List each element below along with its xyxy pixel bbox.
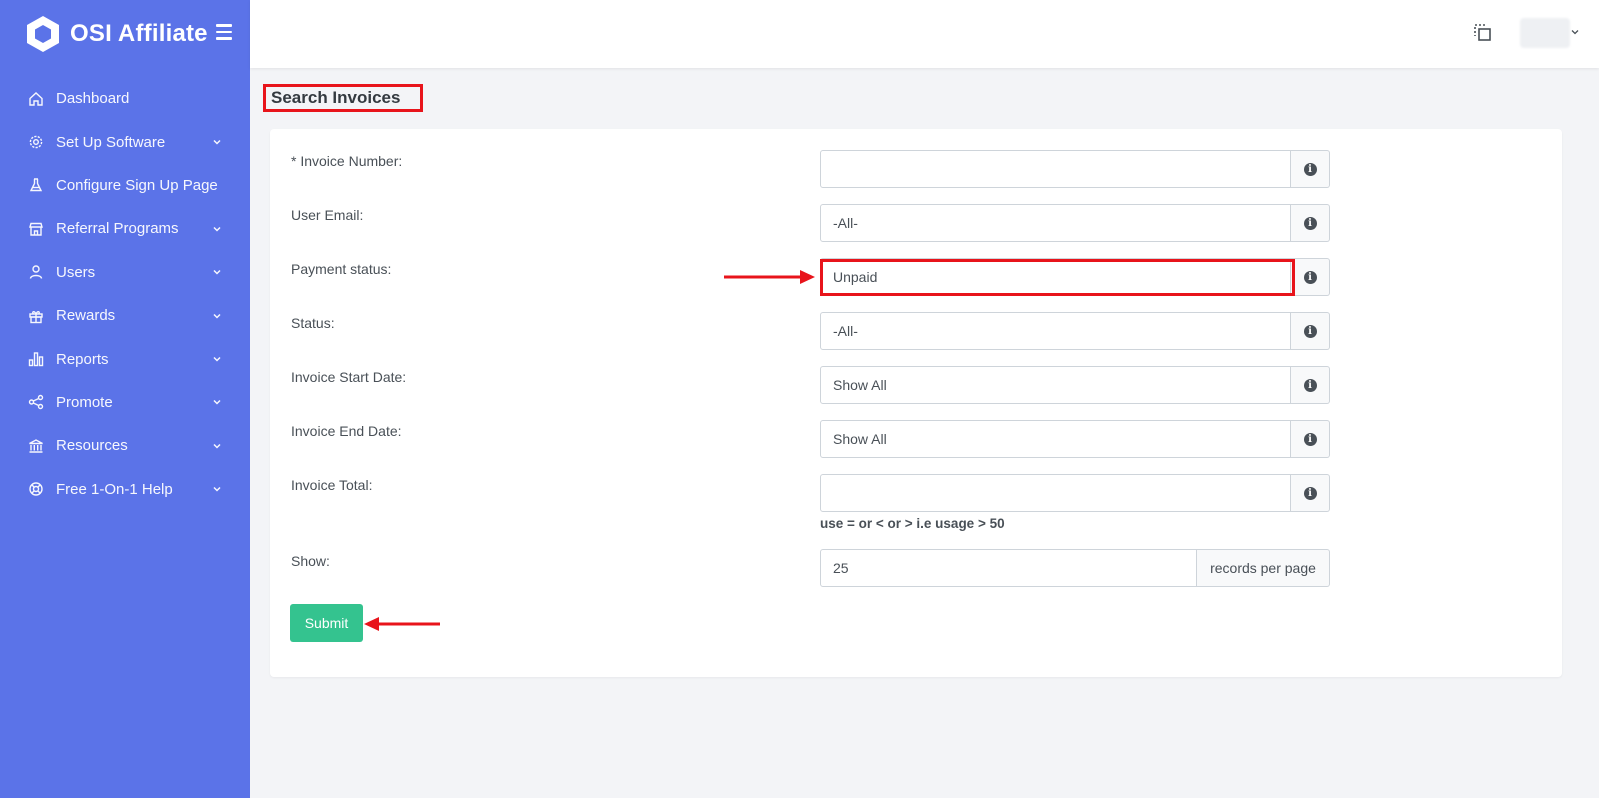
info-icon: i [1303,270,1317,284]
user-email-label: User Email: [291,207,364,223]
info-icon: i [1303,378,1317,392]
chevron-down-icon[interactable] [1571,28,1579,36]
user-email-field: -All- i [820,204,1330,242]
share-icon [28,395,44,410]
chevron-down-icon [213,270,221,275]
status-field: -All- i [820,312,1330,350]
home-icon [29,91,43,106]
sidebar-item-free-help[interactable]: Free 1-On-1 Help [0,468,250,511]
invoice-total-input[interactable] [820,474,1291,512]
bank-icon [29,439,43,453]
sidebar-nav: Dashboard Set Up Software Configure Sign… [0,77,250,511]
gift-icon [29,310,43,323]
status-info-button[interactable]: i [1291,312,1330,350]
info-icon: i [1303,486,1317,500]
flask-icon [29,178,43,192]
lifebuoy-icon [29,482,43,496]
sidebar-item-label: Promote [56,393,113,411]
info-icon: i [1303,324,1317,338]
sidebar-item-resources[interactable]: Resources [0,424,250,467]
fullscreen-icon[interactable] [1472,22,1494,44]
sidebar-item-reports[interactable]: Reports [0,337,250,380]
invoice-total-hint: use = or < or > i.e usage > 50 [820,516,1005,531]
chevron-down-icon [213,140,221,145]
page-title-highlight: Search Invoices [263,84,423,112]
sidebar-item-configure-sign-up-page[interactable]: Configure Sign Up Page [0,164,250,207]
sidebar-item-referral-programs[interactable]: Referral Programs [0,207,250,250]
status-select[interactable]: -All- [820,312,1291,350]
brand[interactable]: OSI Affiliate [24,14,208,54]
user-email-info-button[interactable]: i [1291,204,1330,242]
chevron-down-icon [213,487,221,492]
sidebar-item-label: Reports [56,350,109,368]
page-title: Search Invoices [271,88,401,107]
brand-logo-icon [27,16,59,52]
status-label: Status: [291,315,335,331]
sidebar-item-rewards[interactable]: Rewards [0,294,250,337]
user-email-select[interactable]: -All- [820,204,1291,242]
chevron-down-icon [213,443,221,449]
menu-toggle-icon[interactable] [216,24,232,40]
sidebar-item-label: Dashboard [56,90,130,108]
sidebar-item-label: Users [56,263,96,281]
records-per-page-input[interactable]: 25 [820,549,1197,587]
info-icon: i [1303,432,1317,446]
invoice-start-date-info-button[interactable]: i [1291,366,1330,404]
sidebar-item-promote[interactable]: Promote [0,381,250,424]
invoice-number-field: i [820,150,1330,188]
topbar [250,0,1599,68]
invoice-total-label: Invoice Total: [291,477,373,493]
invoice-start-date-label: Invoice Start Date: [291,369,407,385]
sidebar-item-label: Resources [56,437,128,455]
submit-button[interactable]: Submit [290,604,363,642]
payment-status-select[interactable]: Unpaid [820,258,1291,296]
payment-status-label: Payment status: [291,261,392,277]
avatar[interactable] [1520,18,1570,48]
sidebar-item-set-up-software[interactable]: Set Up Software [0,120,250,163]
chevron-down-icon [213,400,221,405]
invoice-end-date-info-button[interactable]: i [1291,420,1330,458]
sidebar-item-users[interactable]: Users [0,251,250,294]
invoice-number-label: * Invoice Number: [291,153,403,169]
brand-name: OSI Affiliate [70,20,208,47]
invoice-total-field: i [820,474,1330,512]
invoice-start-date-field: Show All i [820,366,1330,404]
invoice-number-input[interactable] [820,150,1291,188]
records-per-page-suffix: records per page [1197,549,1330,587]
sidebar-item-label: Referral Programs [56,220,179,238]
sidebar-item-label: Free 1-On-1 Help [56,480,173,498]
chevron-down-icon [213,357,221,362]
chevron-down-icon [213,226,221,232]
sidebar-item-dashboard[interactable]: Dashboard [0,77,250,120]
info-icon: i [1303,162,1317,176]
sidebar-item-label: Set Up Software [56,133,166,151]
chevron-down-icon [213,313,221,319]
bar-chart-icon [28,352,44,367]
invoice-start-date-select[interactable]: Show All [820,366,1291,404]
invoice-end-date-field: Show All i [820,420,1330,458]
invoice-end-date-select[interactable]: Show All [820,420,1291,458]
show-label: Show: [291,553,330,569]
show-field: 25 records per page [820,549,1330,587]
payment-status-info-button[interactable]: i [1291,258,1330,296]
sidebar-item-label: Configure Sign Up Page [56,176,218,194]
gear-icon [29,135,43,149]
user-icon [29,265,43,279]
sidebar: OSI Affiliate Dashboard Set Up Software … [0,0,250,798]
sidebar-item-label: Rewards [56,307,116,325]
invoice-end-date-label: Invoice End Date: [291,423,402,439]
payment-status-field: Unpaid i [820,258,1330,296]
info-icon: i [1303,216,1317,230]
invoice-total-info-button[interactable]: i [1291,474,1330,512]
invoice-number-info-button[interactable]: i [1291,150,1330,188]
store-icon [29,222,43,236]
